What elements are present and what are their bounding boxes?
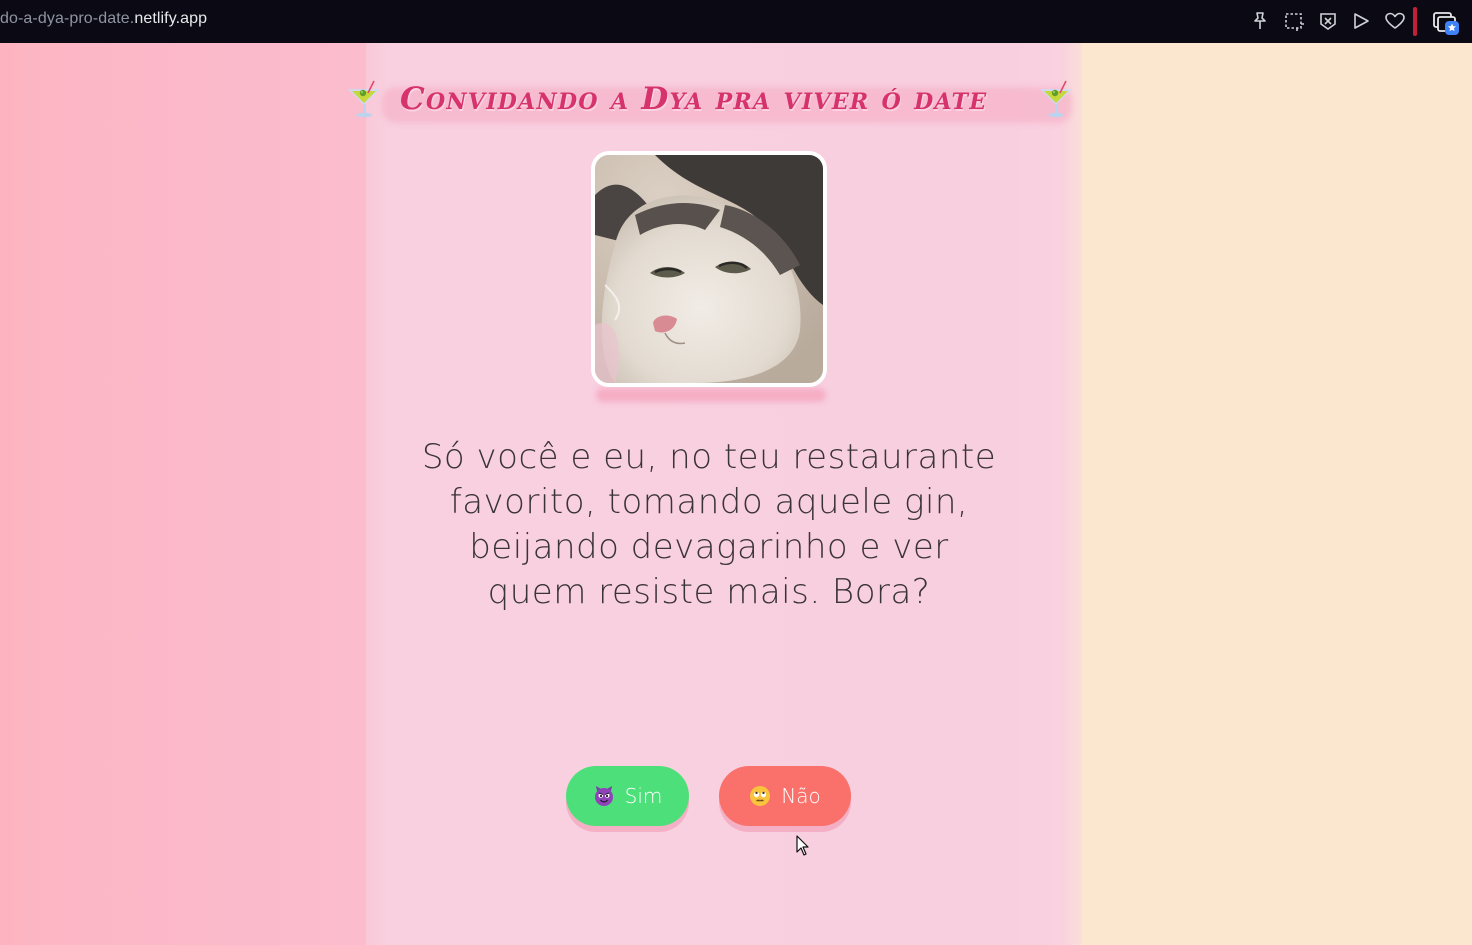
yes-button-label: Sim	[624, 784, 663, 808]
mouse-cursor-icon	[796, 835, 810, 857]
play-icon[interactable]	[1350, 10, 1372, 32]
close-tab-icon[interactable]	[1317, 10, 1339, 32]
url-domain: netlify.app	[134, 10, 208, 27]
browser-toolbar: do-a-dya-pro-date.netlify.app	[0, 0, 1472, 43]
background-band-left	[0, 43, 46, 945]
page-title: Convidando a Dya pra viver ó date	[400, 81, 988, 117]
address-bar[interactable]: do-a-dya-pro-date.netlify.app	[0, 10, 207, 28]
heart-icon[interactable]	[1384, 10, 1406, 32]
toolbar-divider	[1413, 7, 1417, 36]
yes-button[interactable]: Sim	[566, 766, 689, 826]
cocktail-icon	[344, 79, 384, 121]
screenshot-icon[interactable]	[1283, 10, 1305, 32]
photo-shadow	[596, 388, 826, 402]
page: Convidando a Dya pra viver ó date Só voc…	[0, 43, 1472, 945]
devil-emoji-icon	[593, 785, 615, 807]
cat-photo	[591, 151, 827, 387]
url-prefix: do-a-dya-pro-date.	[0, 10, 135, 27]
pin-icon[interactable]	[1249, 10, 1271, 32]
invitation-message: Só você e eu, no teu restaurante favorit…	[421, 437, 997, 612]
no-button[interactable]: Não	[719, 766, 851, 826]
cocktail-icon	[1036, 79, 1076, 121]
page-header: Convidando a Dya pra viver ó date	[344, 77, 1074, 127]
background-band-mid	[46, 43, 366, 945]
eye-roll-emoji-icon	[749, 785, 771, 807]
no-button-label: Não	[781, 784, 821, 808]
tabs-icon[interactable]	[1432, 10, 1460, 36]
